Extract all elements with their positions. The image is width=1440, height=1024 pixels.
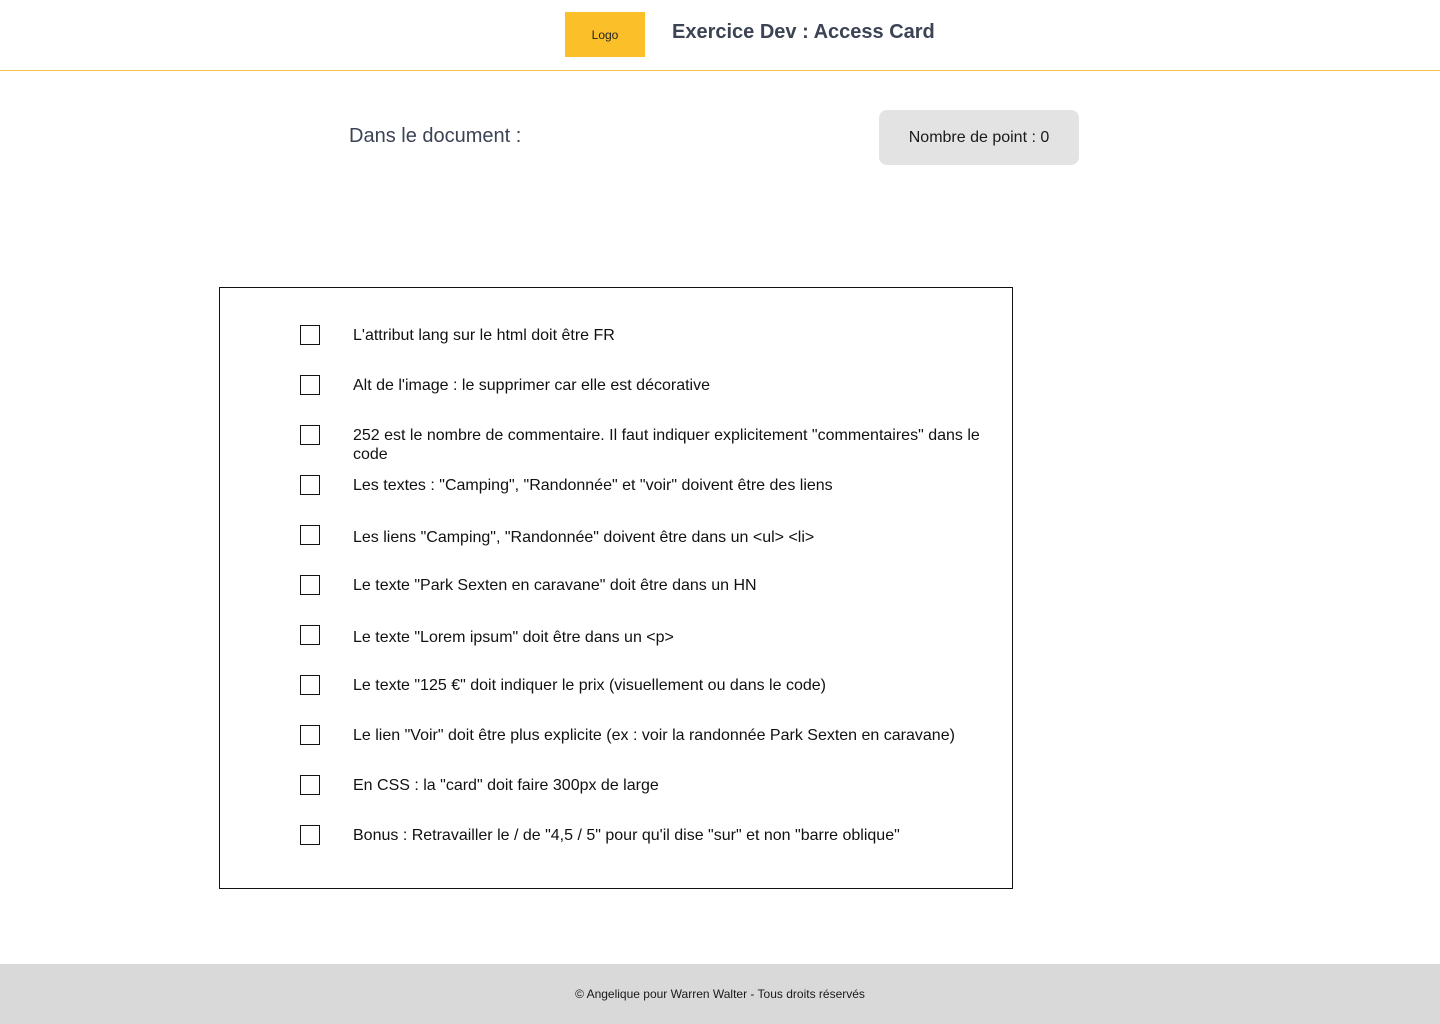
checkbox[interactable]: [300, 475, 320, 495]
checkbox[interactable]: [300, 425, 320, 445]
checklist-item-label: Le lien "Voir" doit être plus explicite …: [353, 727, 955, 744]
checklist-item-label: Alt de l'image : le supprimer car elle e…: [353, 377, 710, 394]
checklist-card: L'attribut lang sur le html doit être FR…: [219, 287, 1013, 889]
checkbox[interactable]: [300, 775, 320, 795]
copyright-text: © Angelique pour Warren Walter - Tous dr…: [575, 987, 865, 1001]
site-header: Logo Exercice Dev : Access Card: [0, 0, 1440, 71]
checkbox[interactable]: [300, 825, 320, 845]
checklist-item-label: En CSS : la "card" doit faire 300px de l…: [353, 777, 659, 794]
document-label: Dans le document :: [349, 125, 522, 147]
page: Logo Exercice Dev : Access Card Dans le …: [0, 0, 1440, 1024]
checkbox[interactable]: [300, 675, 320, 695]
logo[interactable]: Logo: [565, 12, 645, 57]
checklist-item-label: Le texte "Lorem ipsum" doit être dans un…: [353, 629, 674, 646]
checkbox[interactable]: [300, 725, 320, 745]
checklist-item-label: Bonus : Retravailler le / de "4,5 / 5" p…: [353, 827, 900, 844]
checkbox[interactable]: [300, 525, 320, 545]
site-footer: © Angelique pour Warren Walter - Tous dr…: [0, 964, 1440, 1024]
checkbox[interactable]: [300, 575, 320, 595]
checklist-item-label: Le texte "125 €" doit indiquer le prix (…: [353, 677, 826, 694]
checklist-item-label: L'attribut lang sur le html doit être FR: [353, 327, 615, 344]
checklist-item-label: Les textes : "Camping", "Randonnée" et "…: [353, 477, 833, 494]
checkbox[interactable]: [300, 375, 320, 395]
checkbox[interactable]: [300, 325, 320, 345]
page-title: Exercice Dev : Access Card: [672, 21, 935, 43]
checklist-item-label: Le texte "Park Sexten en caravane" doit …: [353, 577, 757, 594]
checkbox[interactable]: [300, 625, 320, 645]
checklist-item-label: 252 est le nombre de commentaire. Il fau…: [353, 427, 980, 463]
points-counter-badge: Nombre de point : 0: [879, 110, 1079, 165]
checklist-item-label: Les liens "Camping", "Randonnée" doivent…: [353, 529, 815, 546]
